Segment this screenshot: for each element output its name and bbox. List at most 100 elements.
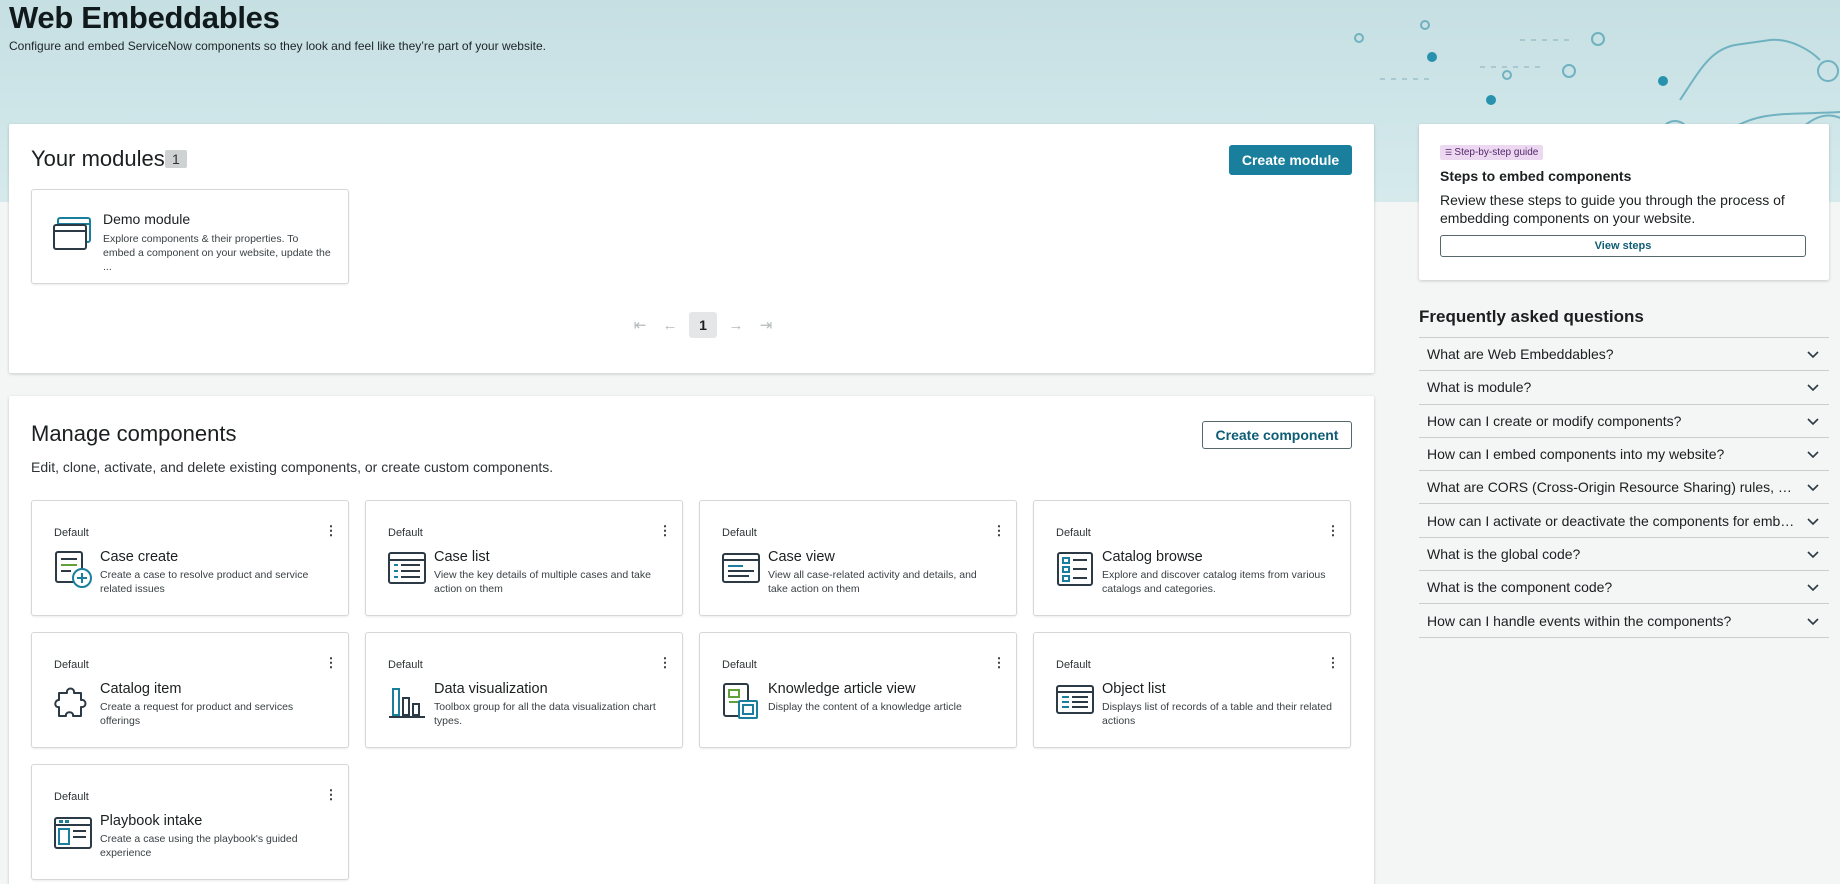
faq-question: What is the component code? [1427, 579, 1613, 596]
more-options-icon[interactable]: ⋮ [1326, 655, 1340, 671]
next-page-icon[interactable]: → [725, 317, 747, 334]
component-tile-case-view[interactable]: Default ⋮ Case view View all case-relate… [699, 500, 1017, 616]
faq-question: What is module? [1427, 379, 1532, 396]
component-tile-catalog-browse[interactable]: Default ⋮ Catalog browse Explore and dis… [1033, 500, 1351, 616]
chevron-down-icon [1807, 584, 1819, 592]
component-description: Create a request for product and service… [100, 701, 294, 727]
component-tag: Default [1056, 527, 1091, 539]
playbook-icon [54, 817, 92, 849]
component-name: Knowledge article view [768, 681, 916, 697]
page-number-current[interactable]: 1 [689, 312, 717, 338]
module-description: Explore components & their properties. T… [103, 233, 331, 273]
chevron-down-icon [1807, 451, 1819, 459]
components-title: Manage components [31, 421, 237, 446]
more-options-icon[interactable]: ⋮ [992, 655, 1006, 671]
more-options-icon[interactable]: ⋮ [324, 655, 338, 671]
faq-item[interactable]: How can I create or modify components? [1419, 405, 1829, 438]
component-tag: Default [722, 527, 757, 539]
component-description: Displays list of records of a table and … [1102, 701, 1332, 727]
catalog-browse-icon [1057, 552, 1093, 586]
faq-item[interactable]: What is the global code? [1419, 538, 1829, 572]
step-guide-card: ☰ Step-by-step guide Steps to embed comp… [1419, 124, 1829, 280]
component-tag: Default [388, 659, 423, 671]
list-icon: ☰ [1445, 148, 1455, 157]
more-options-icon[interactable]: ⋮ [992, 523, 1006, 539]
component-name: Case create [100, 549, 179, 565]
page-subtitle: Configure and embed ServiceNow component… [9, 39, 546, 53]
more-options-icon[interactable]: ⋮ [324, 523, 338, 539]
chevron-down-icon [1807, 617, 1819, 625]
create-component-button[interactable]: Create component [1202, 421, 1352, 449]
faq-item[interactable]: What is module? [1419, 371, 1829, 405]
module-tile-demo[interactable]: Demo module Explore components & their p… [31, 189, 349, 284]
guide-description: Review these steps to guide you through … [1440, 192, 1785, 226]
component-tile-knowledge-article-view[interactable]: Default ⋮ Knowledge article view Display… [699, 632, 1017, 748]
faq-item[interactable]: What are Web Embeddables? [1419, 338, 1829, 372]
modules-count-badge: 1 [165, 150, 187, 168]
knowledge-article-icon [723, 683, 758, 719]
modules-section: Your modules 1 Create module Demo module… [9, 124, 1374, 373]
faq-item[interactable]: What is the component code? [1419, 571, 1829, 605]
guide-title: Steps to embed components [1440, 168, 1632, 184]
component-tile-catalog-item[interactable]: Default ⋮ Catalog item Create a request … [31, 632, 349, 748]
component-tag: Default [54, 791, 89, 803]
component-name: Case list [434, 549, 490, 565]
previous-page-icon[interactable]: ← [659, 317, 681, 334]
puzzle-icon [54, 687, 87, 717]
component-name: Data visualization [434, 681, 548, 697]
more-options-icon[interactable]: ⋮ [658, 523, 672, 539]
component-name: Playbook intake [100, 813, 203, 829]
component-tile-object-list[interactable]: Default ⋮ Object list Displays list of r… [1033, 632, 1351, 748]
faq-question: What are Web Embeddables? [1427, 346, 1614, 363]
component-description: Create a case to resolve product and ser… [100, 569, 309, 595]
more-options-icon[interactable]: ⋮ [1326, 523, 1340, 539]
faq-item[interactable]: How can I activate or deactivate the com… [1419, 504, 1829, 538]
page-title: Web Embeddables [9, 0, 280, 35]
component-tag: Default [54, 659, 89, 671]
chevron-down-icon [1807, 551, 1819, 559]
component-tag: Default [388, 527, 423, 539]
component-description: Create a case using the playbook's guide… [100, 833, 298, 859]
view-steps-button[interactable]: View steps [1440, 235, 1806, 257]
browser-window-icon [53, 217, 91, 250]
component-tile-data-visualization[interactable]: Default ⋮ Data visualization Toolbox gro… [365, 632, 683, 748]
chevron-down-icon [1807, 418, 1819, 425]
bar-chart-icon [389, 688, 425, 718]
faq-question: How can I embed components into my websi… [1427, 446, 1725, 463]
component-tile-case-list[interactable]: Default ⋮ Case list View the key details… [365, 500, 683, 616]
component-tile-case-create[interactable]: Default ⋮ Case create Create a case to r… [31, 500, 349, 616]
components-section: Manage components Edit, clone, activate,… [9, 396, 1374, 884]
modules-title: Your modules [31, 146, 165, 171]
component-description: Display the content of a knowledge artic… [768, 701, 962, 713]
chevron-down-icon [1807, 351, 1819, 359]
last-page-icon[interactable]: ⇥ [755, 316, 777, 334]
faq-item[interactable]: What are CORS (Cross-Origin Resource Sha… [1419, 471, 1829, 505]
chevron-down-icon [1807, 384, 1819, 392]
faq-question: How can I handle events within the compo… [1427, 612, 1732, 629]
step-guide-badge: ☰ Step-by-step guide [1440, 145, 1544, 160]
faq-item[interactable]: How can I embed components into my websi… [1419, 438, 1829, 472]
chevron-down-icon [1807, 484, 1819, 492]
case-create-icon [55, 551, 92, 588]
component-tag: Default [54, 527, 89, 539]
create-module-button[interactable]: Create module [1229, 145, 1352, 175]
component-name: Object list [1102, 681, 1166, 697]
chevron-down-icon [1807, 518, 1819, 525]
case-view-icon [722, 553, 760, 583]
faq-question: What are CORS (Cross-Origin Resource Sha… [1427, 479, 1797, 496]
more-options-icon[interactable]: ⋮ [324, 787, 338, 803]
faq-question: How can I activate or deactivate the com… [1427, 512, 1797, 529]
faq-question: What is the global code? [1427, 545, 1581, 562]
first-page-icon[interactable]: ⇤ [629, 316, 651, 334]
object-list-icon [1056, 685, 1094, 714]
component-tile-playbook-intake[interactable]: Default ⋮ Playbook intake Create a case … [31, 764, 349, 880]
component-description: View the key details of multiple cases a… [434, 569, 651, 595]
component-name: Catalog browse [1102, 549, 1203, 565]
modules-pagination: ⇤ ← 1 → ⇥ [629, 312, 777, 338]
faq-question: How can I create or modify components? [1427, 412, 1682, 429]
component-name: Catalog item [100, 681, 182, 697]
more-options-icon[interactable]: ⋮ [658, 655, 672, 671]
component-name: Case view [768, 549, 835, 565]
components-description: Edit, clone, activate, and delete existi… [31, 459, 554, 475]
faq-item[interactable]: How can I handle events within the compo… [1419, 604, 1829, 638]
